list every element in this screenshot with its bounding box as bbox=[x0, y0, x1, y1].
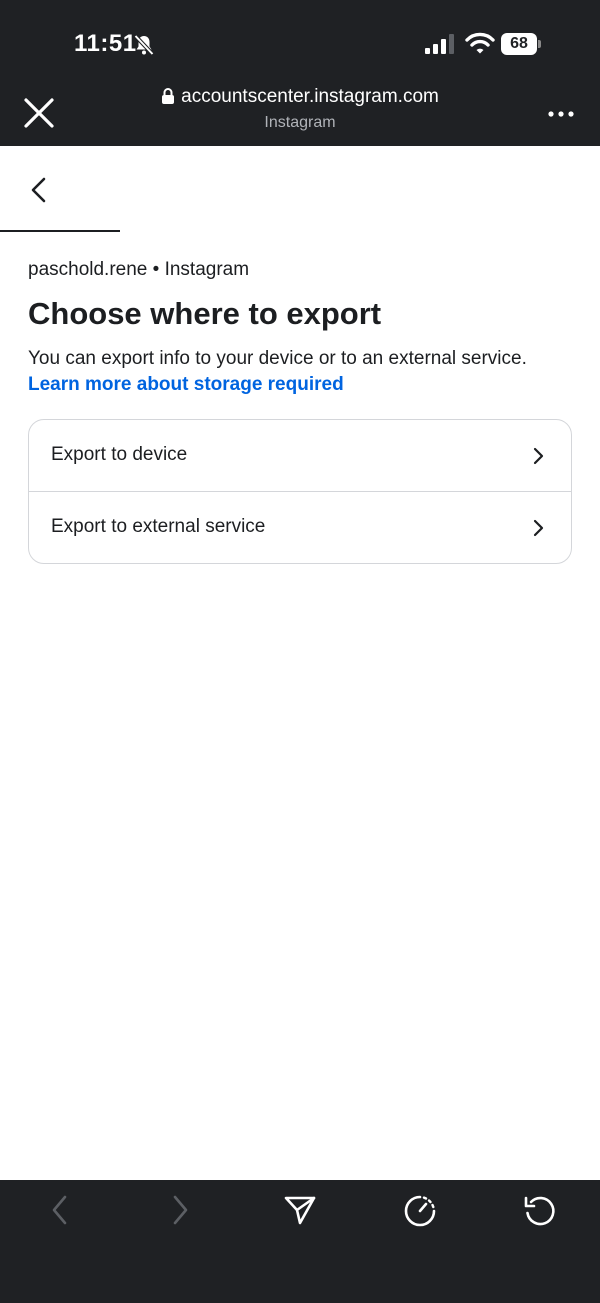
forward-button[interactable] bbox=[158, 1193, 202, 1229]
account-identifier: paschold.rene • Instagram bbox=[28, 259, 250, 280]
wifi-icon bbox=[465, 32, 495, 54]
export-to-device-option[interactable]: Export to device bbox=[29, 420, 571, 491]
status-time: 11:51 bbox=[74, 30, 137, 57]
description-text: You can export info to your device or to… bbox=[28, 348, 527, 369]
reload-button[interactable] bbox=[518, 1193, 562, 1229]
address-bar[interactable]: accountscenter.instagram.com Instagram bbox=[120, 86, 480, 132]
more-icon[interactable] bbox=[544, 100, 578, 128]
option-label: Export to device bbox=[51, 444, 188, 465]
export-to-external-service-option[interactable]: Export to external service bbox=[29, 491, 571, 563]
header-divider bbox=[0, 230, 120, 232]
send-icon bbox=[284, 1196, 316, 1225]
back-button[interactable] bbox=[38, 1193, 82, 1229]
browser-bottom-toolbar bbox=[0, 1180, 600, 1303]
browser-top-bar: 11:51 68 accountscenter.instagram.com In… bbox=[0, 0, 600, 146]
close-icon[interactable] bbox=[20, 94, 58, 132]
timer-button[interactable] bbox=[398, 1193, 442, 1229]
back-arrow-icon bbox=[52, 1195, 67, 1225]
page-title: Choose where to export bbox=[28, 296, 382, 331]
learn-more-link[interactable]: Learn more about storage required bbox=[28, 374, 344, 395]
url-text: accountscenter.instagram.com bbox=[181, 86, 439, 107]
cellular-signal-icon bbox=[425, 34, 454, 54]
chevron-left-icon[interactable] bbox=[22, 170, 58, 210]
timer-icon bbox=[404, 1195, 436, 1227]
chevron-right-icon bbox=[533, 447, 544, 465]
share-button[interactable] bbox=[278, 1193, 322, 1229]
lock-icon bbox=[162, 88, 175, 104]
battery-indicator: 68 bbox=[501, 33, 541, 55]
chevron-right-icon bbox=[533, 519, 544, 537]
battery-level: 68 bbox=[501, 33, 537, 55]
page-description: You can export info to your device or to… bbox=[28, 346, 573, 398]
export-options-list: Export to device Export to external serv… bbox=[28, 419, 572, 564]
site-name: Instagram bbox=[264, 114, 336, 131]
bell-slash-icon bbox=[134, 34, 154, 56]
url-line: accountscenter.instagram.com bbox=[120, 86, 480, 108]
battery-nub bbox=[538, 40, 541, 48]
reload-icon bbox=[524, 1196, 555, 1226]
forward-arrow-icon bbox=[173, 1195, 188, 1225]
option-label: Export to external service bbox=[51, 516, 266, 537]
